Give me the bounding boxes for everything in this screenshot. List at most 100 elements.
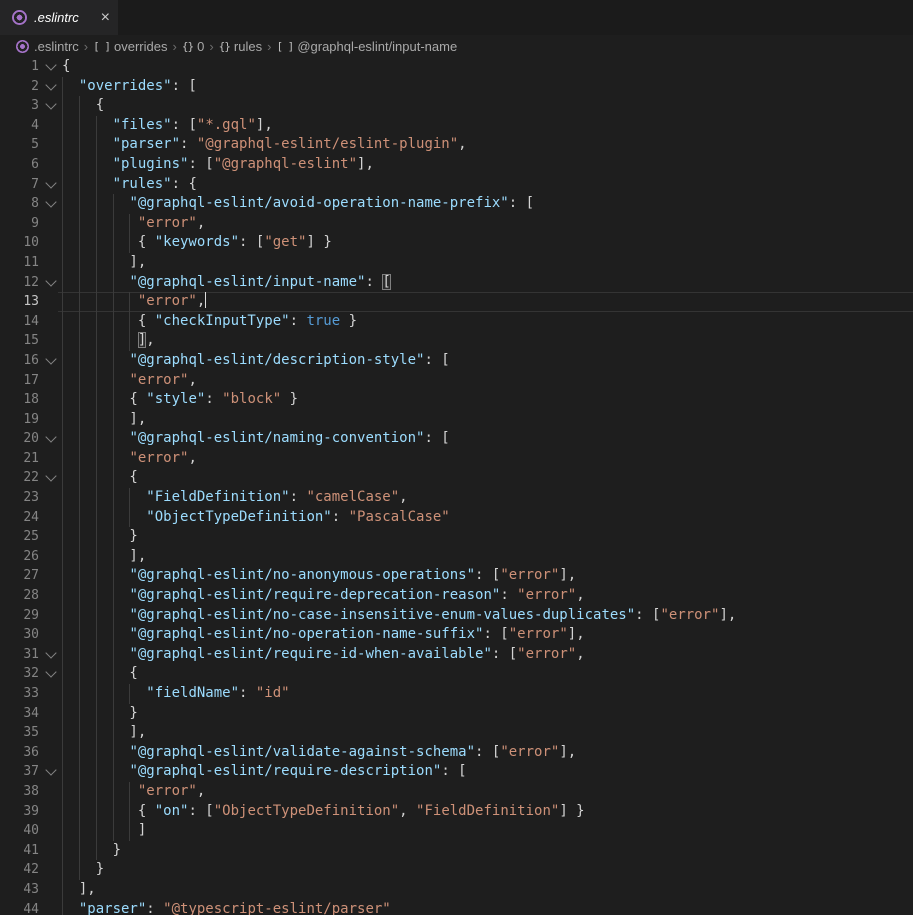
code-line[interactable]: 30 "@graphql-eslint/no-operation-name-su… — [0, 625, 913, 645]
fold-chevron-icon[interactable] — [39, 762, 62, 782]
indent-guide — [79, 96, 80, 116]
indent-guide — [79, 684, 80, 704]
fold-chevron-icon[interactable] — [39, 664, 62, 684]
code-line[interactable]: 22 { — [0, 468, 913, 488]
tab-eslintrc[interactable]: .eslintrc × — [0, 0, 118, 35]
breadcrumb-item-rules[interactable]: {}rules — [219, 39, 262, 54]
line-number: 15 — [0, 331, 39, 351]
code-line[interactable]: 31 "@graphql-eslint/require-id-when-avai… — [0, 645, 913, 665]
breadcrumb-item--eslintrc[interactable]: .eslintrc — [16, 39, 79, 54]
code-line[interactable]: 29 "@graphql-eslint/no-case-insensitive-… — [0, 606, 913, 626]
code-text: "@graphql-eslint/no-case-insensitive-enu… — [62, 606, 913, 626]
fold-chevron-icon[interactable] — [39, 96, 62, 116]
code-line[interactable]: 8 "@graphql-eslint/avoid-operation-name-… — [0, 194, 913, 214]
code-line[interactable]: 16 "@graphql-eslint/description-style": … — [0, 351, 913, 371]
fold-chevron-icon[interactable] — [39, 351, 62, 371]
code-line[interactable]: 9 "error", — [0, 214, 913, 234]
indent-guide — [96, 135, 97, 155]
indent-guide — [79, 253, 80, 273]
code-line[interactable]: 41 } — [0, 841, 913, 861]
breadcrumb-item--graphql-eslint-input-name[interactable]: [ ]@graphql-eslint/input-name — [276, 39, 457, 54]
fold-chevron-icon[interactable] — [39, 194, 62, 214]
indent-guide — [79, 527, 80, 547]
code-line[interactable]: 35 ], — [0, 723, 913, 743]
code-line[interactable]: 14 { "checkInputType": true } — [0, 312, 913, 332]
fold-spacer — [39, 900, 62, 915]
fold-chevron-icon[interactable] — [39, 175, 62, 195]
code-line[interactable]: 10 { "keywords": ["get"] } — [0, 233, 913, 253]
code-line[interactable]: 34 } — [0, 704, 913, 724]
code-line[interactable]: 3 { — [0, 96, 913, 116]
code-line[interactable]: 15 ], — [0, 331, 913, 351]
code-line[interactable]: 24 "ObjectTypeDefinition": "PascalCase" — [0, 508, 913, 528]
code-line[interactable]: 6 "plugins": ["@graphql-eslint"], — [0, 155, 913, 175]
breadcrumb-label: .eslintrc — [34, 39, 79, 54]
code-line[interactable]: 18 { "style": "block" } — [0, 390, 913, 410]
indent-guide — [113, 233, 114, 253]
fold-spacer — [39, 331, 62, 351]
indent-guide — [113, 468, 114, 488]
close-icon[interactable]: × — [101, 10, 110, 26]
code-line[interactable]: 42 } — [0, 860, 913, 880]
code-line[interactable]: 36 "@graphql-eslint/validate-against-sch… — [0, 743, 913, 763]
fold-chevron-icon[interactable] — [39, 273, 62, 293]
code-line[interactable]: 12 "@graphql-eslint/input-name": [ — [0, 273, 913, 293]
line-number: 1 — [0, 57, 39, 77]
indent-guide — [79, 586, 80, 606]
tab-title: .eslintrc — [34, 10, 95, 25]
breadcrumb-item-overrides[interactable]: [ ]overrides — [93, 39, 167, 54]
code-text: "FieldDefinition": "camelCase", — [62, 488, 913, 508]
code-line[interactable]: 38 "error", — [0, 782, 913, 802]
code-line[interactable]: 2 "overrides": [ — [0, 77, 913, 97]
breadcrumb-item-0[interactable]: {}0 — [182, 39, 204, 54]
code-text: "@graphql-eslint/require-deprecation-rea… — [62, 586, 913, 606]
code-line[interactable]: 4 "files": ["*.gql"], — [0, 116, 913, 136]
indent-guide — [79, 390, 80, 410]
fold-chevron-icon[interactable] — [39, 429, 62, 449]
code-line[interactable]: 1{ — [0, 57, 913, 77]
indent-guide — [96, 331, 97, 351]
code-editor[interactable]: 1{2 "overrides": [3 {4 "files": ["*.gql"… — [0, 57, 913, 915]
indent-guide — [129, 802, 130, 822]
indent-guide — [62, 762, 63, 782]
code-line[interactable]: 28 "@graphql-eslint/require-deprecation-… — [0, 586, 913, 606]
indent-guide — [113, 527, 114, 547]
code-line[interactable]: 26 ], — [0, 547, 913, 567]
code-line[interactable]: 25 } — [0, 527, 913, 547]
indent-guide — [62, 96, 63, 116]
fold-chevron-icon[interactable] — [39, 645, 62, 665]
code-line[interactable]: 44 "parser": "@typescript-eslint/parser" — [0, 900, 913, 915]
code-line[interactable]: 39 { "on": ["ObjectTypeDefinition", "Fie… — [0, 802, 913, 822]
fold-spacer — [39, 155, 62, 175]
code-line[interactable]: 20 "@graphql-eslint/naming-convention": … — [0, 429, 913, 449]
code-line[interactable]: 40 ] — [0, 821, 913, 841]
code-line[interactable]: 5 "parser": "@graphql-eslint/eslint-plug… — [0, 135, 913, 155]
indent-guide — [79, 547, 80, 567]
code-line[interactable]: 32 { — [0, 664, 913, 684]
indent-guide — [129, 821, 130, 841]
code-line[interactable]: 19 ], — [0, 410, 913, 430]
indent-guide — [79, 488, 80, 508]
indent-guide — [62, 802, 63, 822]
indent-guide — [96, 155, 97, 175]
code-line[interactable]: 43 ], — [0, 880, 913, 900]
code-line[interactable]: 33 "fieldName": "id" — [0, 684, 913, 704]
indent-guide — [129, 782, 130, 802]
code-line[interactable]: 27 "@graphql-eslint/no-anonymous-operati… — [0, 566, 913, 586]
code-text: ], — [62, 331, 913, 351]
code-line[interactable]: 23 "FieldDefinition": "camelCase", — [0, 488, 913, 508]
fold-chevron-icon[interactable] — [39, 77, 62, 97]
fold-chevron-icon[interactable] — [39, 57, 62, 77]
indent-guide — [79, 723, 80, 743]
code-line[interactable]: 17 "error", — [0, 371, 913, 391]
code-line[interactable]: 11 ], — [0, 253, 913, 273]
indent-guide — [62, 273, 63, 293]
code-line[interactable]: 7 "rules": { — [0, 175, 913, 195]
code-text: "@graphql-eslint/require-description": [ — [62, 762, 913, 782]
indent-guide — [79, 821, 80, 841]
code-line[interactable]: 21 "error", — [0, 449, 913, 469]
line-number: 20 — [0, 429, 39, 449]
fold-chevron-icon[interactable] — [39, 468, 62, 488]
code-line[interactable]: 13 "error", — [0, 292, 913, 312]
code-line[interactable]: 37 "@graphql-eslint/require-description"… — [0, 762, 913, 782]
